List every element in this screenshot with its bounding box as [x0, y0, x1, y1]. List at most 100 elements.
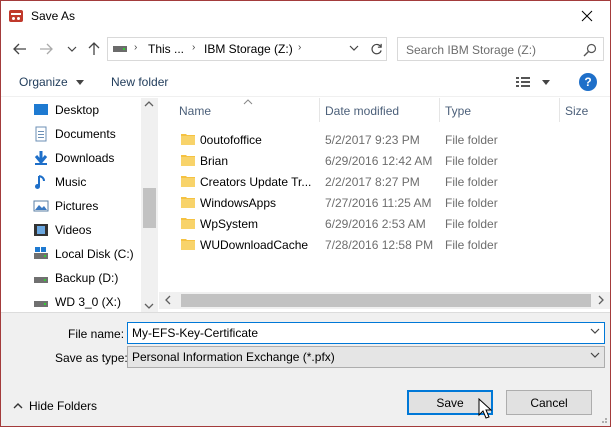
file-date: 2/2/2017 8:27 PM [325, 175, 420, 189]
save-as-type-value: Personal Information Exchange (*.pfx) [132, 350, 335, 364]
up-arrow-icon [88, 42, 100, 55]
scroll-up-icon[interactable] [144, 101, 154, 107]
documents-icon [35, 126, 47, 142]
scrollbar-thumb[interactable] [143, 188, 156, 228]
refresh-button[interactable] [367, 39, 385, 59]
file-name: 0outofoffice [200, 133, 262, 147]
search-icon [583, 43, 597, 57]
navigation-scrollbar[interactable] [141, 98, 158, 312]
new-folder-button[interactable]: New folder [111, 75, 168, 89]
change-view-button[interactable] [515, 75, 551, 89]
drive-icon [34, 277, 48, 283]
nav-item-desktop[interactable]: Desktop [1, 98, 141, 122]
nav-item-label: WD 3_0 (X:) [55, 295, 122, 309]
scroll-down-icon[interactable] [144, 303, 154, 309]
breadcrumb-ibm-storage[interactable]: IBM Storage (Z:) [204, 42, 293, 56]
folder-icon [181, 134, 195, 145]
chevron-down-icon [349, 45, 359, 51]
column-header-date[interactable]: Date modified [325, 104, 399, 118]
chevron-down-icon[interactable] [590, 328, 600, 334]
scroll-left-icon[interactable] [165, 295, 171, 305]
breadcrumb-separator: › [298, 42, 302, 53]
file-type: File folder [445, 238, 498, 252]
forward-button[interactable] [37, 39, 55, 59]
mouse-cursor-icon [478, 398, 492, 419]
nav-item-videos[interactable]: Videos [1, 218, 141, 242]
recent-locations-button[interactable] [63, 39, 81, 59]
up-button[interactable] [85, 39, 103, 59]
file-row[interactable]: WindowsApps 7/27/2016 11:25 AM File fold… [169, 192, 609, 213]
app-icon [9, 10, 23, 22]
nav-item-label: Pictures [55, 199, 99, 213]
nav-item-downloads[interactable]: Downloads [1, 146, 141, 170]
file-name-field[interactable]: My-EFS-Key-Certificate [127, 322, 605, 344]
file-row[interactable]: 0outofoffice 5/2/2017 9:23 PM File folde… [169, 129, 609, 150]
file-date: 6/29/2016 12:42 AM [325, 154, 433, 168]
save-as-type-label: Save as type: [55, 351, 128, 365]
file-type: File folder [445, 133, 498, 147]
organize-label: Organize [19, 75, 68, 89]
drive-icon [113, 46, 127, 52]
title-bar: Save As [1, 1, 610, 31]
column-divider[interactable] [559, 98, 560, 122]
forward-arrow-icon [40, 43, 53, 55]
column-divider[interactable] [439, 98, 440, 122]
nav-item-pictures[interactable]: Pictures [1, 194, 141, 218]
nav-item-label: Documents [55, 127, 116, 141]
file-row[interactable]: Brian 6/29/2016 12:42 AM File folder [169, 150, 609, 171]
column-header-type[interactable]: Type [445, 104, 471, 118]
file-date: 7/27/2016 11:25 AM [325, 196, 432, 210]
resize-grip-icon[interactable] [598, 414, 608, 424]
file-date: 6/29/2016 2:53 AM [325, 217, 426, 231]
drive-icon [34, 247, 48, 259]
folder-icon [181, 197, 195, 208]
search-input[interactable]: Search IBM Storage (Z:) [397, 37, 604, 61]
file-name-value: My-EFS-Key-Certificate [132, 326, 259, 340]
file-date: 5/2/2017 9:23 PM [325, 133, 420, 147]
chevron-up-icon [13, 403, 23, 409]
nav-item-backup-d[interactable]: Backup (D:) [1, 266, 141, 290]
drive-icon [34, 301, 48, 307]
cancel-button[interactable]: Cancel [506, 390, 592, 415]
file-row[interactable]: WUDownloadCache 7/28/2016 12:58 PM File … [169, 234, 609, 255]
hide-folders-button[interactable]: Hide Folders [13, 399, 97, 413]
chevron-down-icon [590, 352, 600, 358]
nav-item-label: Downloads [55, 151, 115, 165]
scroll-right-icon[interactable] [598, 295, 604, 305]
nav-item-wd-x[interactable]: WD 3_0 (X:) [1, 290, 141, 312]
address-bar[interactable]: › This ... › IBM Storage (Z:) › [107, 37, 387, 61]
file-row[interactable]: Creators Update Tr... 2/2/2017 8:27 PM F… [169, 171, 609, 192]
nav-item-music[interactable]: Music [1, 170, 141, 194]
save-as-type-select[interactable]: Personal Information Exchange (*.pfx) [127, 346, 605, 368]
command-bar: Organize New folder [1, 67, 610, 97]
file-name: Creators Update Tr... [200, 175, 312, 189]
column-divider[interactable] [319, 98, 320, 122]
nav-item-documents[interactable]: Documents [1, 122, 141, 146]
nav-item-local-disk-c[interactable]: Local Disk (C:) [1, 242, 141, 266]
folder-icon [181, 176, 195, 187]
save-as-dialog: Save As › This ... › IBM Storage (Z:) › … [0, 0, 611, 427]
file-name: WpSystem [200, 217, 259, 231]
downloads-icon [34, 151, 48, 165]
navigation-pane: Desktop Documents Downloads Music Pictur… [1, 98, 159, 312]
folder-icon [181, 239, 195, 250]
file-list: Name Date modified Type Size 0outofoffic… [159, 98, 610, 312]
address-dropdown-button[interactable] [347, 41, 361, 55]
nav-item-label: Local Disk (C:) [55, 247, 134, 261]
nav-item-label: Backup (D:) [55, 271, 119, 285]
column-header-size[interactable]: Size [565, 104, 588, 118]
scrollbar-thumb[interactable] [181, 294, 591, 307]
organize-button[interactable]: Organize [19, 75, 85, 89]
refresh-icon [370, 43, 382, 54]
horizontal-scrollbar[interactable] [159, 292, 610, 309]
breadcrumb-this-pc[interactable]: This ... [148, 42, 184, 56]
nav-item-label: Music [55, 175, 87, 189]
file-row[interactable]: WpSystem 6/29/2016 2:53 AM File folder [169, 213, 609, 234]
column-header-name[interactable]: Name [179, 104, 211, 118]
back-button[interactable] [11, 39, 29, 59]
close-button[interactable] [564, 1, 610, 31]
close-icon [581, 10, 593, 22]
help-button[interactable]: ? [579, 73, 597, 91]
nav-item-label: Desktop [55, 103, 100, 117]
view-options-icon [516, 77, 550, 87]
